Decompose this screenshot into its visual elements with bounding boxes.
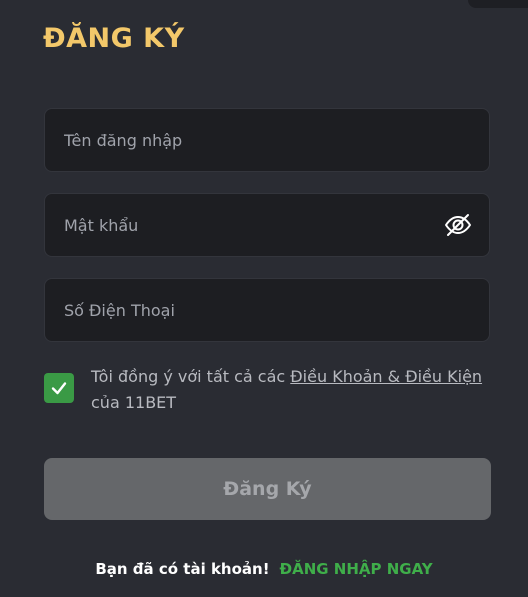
- password-input[interactable]: [45, 194, 443, 256]
- register-button[interactable]: Đăng Ký: [44, 458, 491, 520]
- login-prompt: Bạn đã có tài khoản!: [95, 560, 270, 578]
- login-row: Bạn đã có tài khoản! ĐĂNG NHẬP NGAY: [0, 560, 528, 578]
- terms-checkbox[interactable]: [44, 373, 74, 403]
- login-link[interactable]: ĐĂNG NHẬP NGAY: [280, 560, 433, 578]
- eye-slash-icon[interactable]: [443, 210, 473, 240]
- username-field: [44, 108, 490, 172]
- username-input[interactable]: [45, 109, 489, 171]
- corner-tab: [468, 0, 528, 8]
- page-title: ĐĂNG KÝ: [43, 23, 185, 54]
- terms-text: Tôi đồng ý với tất cả các Điều Khoản & Đ…: [91, 364, 486, 416]
- terms-link[interactable]: Điều Khoản & Điều Kiện: [290, 367, 482, 386]
- terms-suffix: của 11BET: [91, 393, 177, 412]
- checkmark-icon: [51, 382, 67, 395]
- register-panel: ĐĂNG KÝ Tôi đồng ý với tất cả các Điều K…: [0, 0, 528, 597]
- phone-field: [44, 278, 490, 342]
- password-field: [44, 193, 490, 257]
- terms-prefix: Tôi đồng ý với tất cả các: [91, 367, 291, 386]
- phone-input[interactable]: [45, 279, 489, 341]
